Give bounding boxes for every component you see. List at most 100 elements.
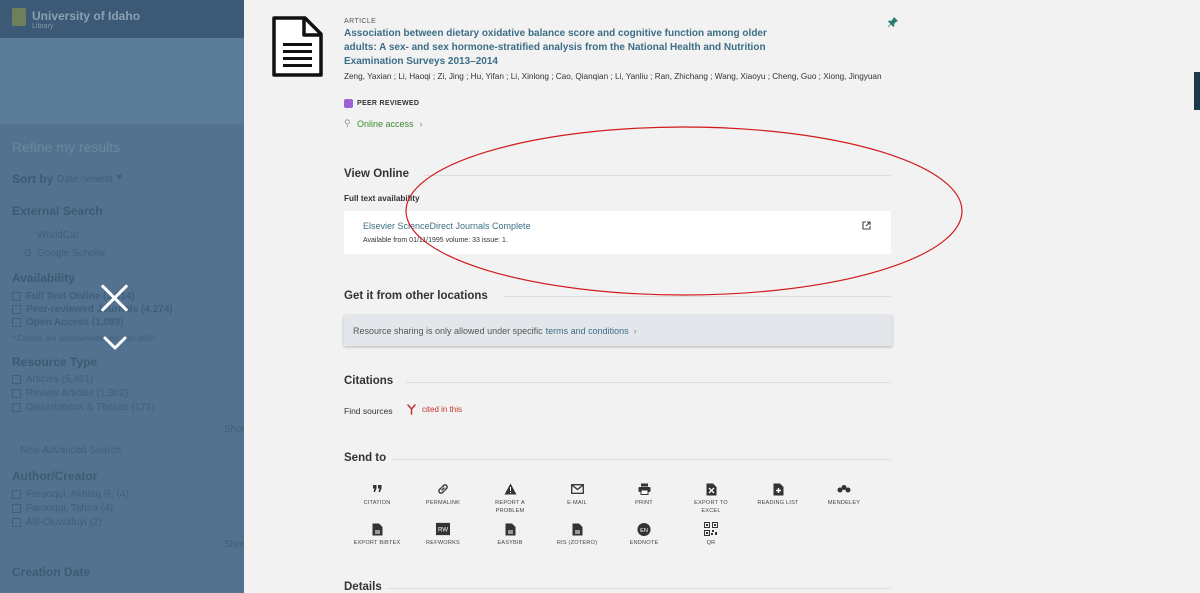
- link-icon: [436, 482, 450, 496]
- view-online-heading: View Online: [344, 168, 409, 180]
- new-search-link: New Advanced Search: [20, 445, 122, 456]
- send-to-ris-zotero[interactable]: RIS (Zotero): [543, 522, 611, 547]
- link-icon: ⚲: [344, 118, 351, 128]
- send-to-label: Permalink: [425, 500, 461, 506]
- endnote-icon: EN: [637, 522, 651, 536]
- sharing-text: Resource sharing is only allowed under s…: [353, 325, 543, 336]
- send-to-label: Citation: [363, 500, 391, 506]
- filter-checkbox: [12, 292, 21, 301]
- external-item: Google Scholar: [37, 248, 106, 259]
- resource-type-item: Dissertations & Theses (171): [26, 402, 155, 413]
- send-to-label: Report a problem: [495, 500, 525, 514]
- cited-in-this-label: cited in this: [422, 405, 463, 414]
- resource-type-heading: Resource Type: [12, 355, 98, 369]
- section-divider: [406, 382, 891, 383]
- send-to-easybib[interactable]: EasyBib: [476, 522, 544, 547]
- author-heading: Author/Creator: [12, 469, 98, 483]
- filter-checkbox: [12, 518, 21, 527]
- send-to-label: Print: [635, 500, 653, 506]
- record-detail-panel: Article Association between dietary oxid…: [244, 0, 1200, 593]
- worldcat-icon: ◌: [24, 230, 30, 241]
- find-sources-label: Find sources: [344, 406, 393, 416]
- pin-icon[interactable]: [887, 15, 899, 27]
- send-to-label: RefWorks: [426, 540, 460, 546]
- citations-heading: Citations: [344, 375, 394, 387]
- print-icon: [637, 482, 651, 496]
- chevron-down-icon: ▾: [117, 172, 123, 183]
- availability-item: Open Access (1,089): [26, 317, 124, 328]
- send-to-heading: Send to: [344, 452, 387, 464]
- send-to-report-problem[interactable]: Report a problem: [476, 482, 544, 515]
- citation-branch-icon: [407, 404, 416, 415]
- excel-icon: [704, 482, 718, 496]
- show-more-link: Show more: [224, 539, 244, 550]
- author-item: Farooqui, Akhlaq R. (4): [26, 489, 129, 500]
- peer-reviewed-icon: [344, 98, 353, 108]
- background-search-band: [0, 38, 244, 124]
- background-header: University of Idaho Library: [0, 0, 244, 38]
- section-divider: [424, 175, 891, 176]
- external-search-heading: External Search: [12, 204, 103, 218]
- bibtex-icon: [370, 522, 384, 536]
- background-logo: University of Idaho: [32, 9, 141, 23]
- send-to-label: EndNote: [629, 540, 659, 546]
- send-to-citation[interactable]: Citation: [343, 482, 411, 507]
- send-to-export-bibtex[interactable]: Export BibTeX: [343, 522, 411, 547]
- close-icon[interactable]: [99, 282, 131, 314]
- filter-checkbox: [12, 504, 21, 513]
- background-page-overlay: University of Idaho Library Refine my re…: [0, 0, 244, 593]
- right-edge-tab: [1194, 72, 1200, 110]
- author-item: Farooqui, Tahira (4): [26, 503, 114, 514]
- send-to-label: QR: [706, 540, 716, 546]
- qr-icon: [704, 522, 718, 536]
- sort-by-value: Date newest: [57, 174, 113, 185]
- university-logo-icon: [12, 8, 26, 26]
- availability-note: * Counts are approximate and may differ: [12, 334, 156, 343]
- filter-checkbox: [12, 375, 21, 384]
- filter-checkbox: [12, 389, 21, 398]
- document-icon: [270, 16, 324, 78]
- send-to-endnote[interactable]: EN EndNote: [610, 522, 678, 547]
- cited-in-this-link[interactable]: cited in this: [407, 404, 462, 415]
- filter-checkbox: [12, 305, 21, 314]
- svg-text:RW: RW: [438, 527, 448, 534]
- filter-checkbox: [12, 318, 21, 327]
- reading-list-icon: [771, 482, 785, 496]
- svg-text:EN: EN: [640, 527, 648, 533]
- refworks-icon: RW: [436, 522, 450, 536]
- availability-heading: Availability: [12, 271, 75, 285]
- send-to-label: EasyBib: [497, 540, 523, 546]
- article-authors: Zeng, Yaxian ; Li, Haoqi ; Zi, Jing ; Hu…: [344, 72, 882, 81]
- chevron-right-icon: ›: [633, 325, 637, 336]
- warning-icon: [503, 482, 517, 496]
- external-link-icon[interactable]: [862, 217, 871, 230]
- online-access-link[interactable]: ⚲ Online access ›: [344, 118, 423, 129]
- chevron-right-icon: ›: [419, 118, 423, 129]
- send-to-permalink[interactable]: Permalink: [409, 482, 477, 507]
- peer-reviewed-label: Peer Reviewed: [357, 99, 420, 107]
- send-to-label: E-mail: [567, 500, 587, 506]
- send-to-mendeley[interactable]: Mendeley: [810, 482, 878, 507]
- terms-conditions-link[interactable]: terms and conditions: [546, 326, 629, 336]
- section-divider: [387, 588, 891, 589]
- fulltext-service-card: Elsevier ScienceDirect Journals Complete…: [344, 211, 891, 254]
- other-locations-heading: Get it from other locations: [344, 290, 488, 302]
- send-to-export-excel[interactable]: Export to Excel: [677, 482, 745, 515]
- send-to-email[interactable]: E-mail: [543, 482, 611, 507]
- send-to-qr[interactable]: QR: [677, 522, 745, 547]
- send-to-label: Export to Excel: [694, 500, 728, 514]
- send-to-refworks[interactable]: RW RefWorks: [409, 522, 477, 547]
- send-to-print[interactable]: Print: [610, 482, 678, 507]
- email-icon: [570, 482, 584, 496]
- send-to-reading-list[interactable]: Reading list: [744, 482, 812, 507]
- service-name-link[interactable]: Elsevier ScienceDirect Journals Complete: [363, 221, 531, 231]
- show-more-link: Show more: [224, 424, 244, 435]
- article-title-link[interactable]: Association between dietary oxidative ba…: [344, 27, 784, 69]
- easybib-icon: [503, 522, 517, 536]
- section-divider: [392, 459, 891, 460]
- send-to-label: RIS (Zotero): [556, 540, 598, 546]
- chevron-down-icon[interactable]: [102, 334, 128, 352]
- article-type-label: Article: [344, 18, 377, 25]
- fulltext-availability-label: Full text availability: [344, 194, 420, 203]
- refine-heading: Refine my results: [12, 139, 121, 155]
